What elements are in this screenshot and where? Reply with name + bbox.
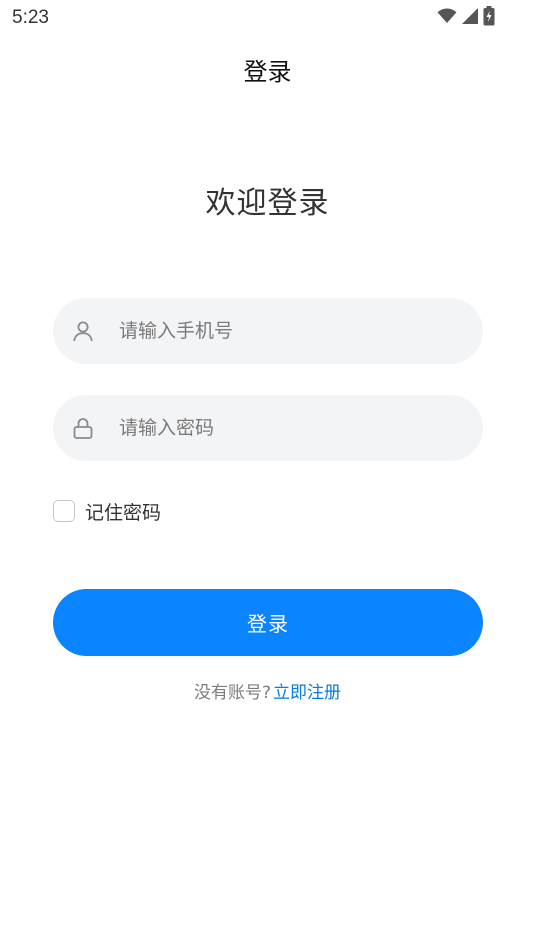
password-field[interactable] <box>53 395 483 461</box>
status-time: 5:23 <box>12 7 49 28</box>
register-link[interactable]: 立即注册 <box>273 683 341 703</box>
welcome-heading: 欢迎登录 <box>205 186 330 221</box>
phone-input[interactable] <box>119 311 459 351</box>
register-prompt: 没有账号? <box>193 683 272 703</box>
status-icons <box>437 6 495 30</box>
battery-charging-icon <box>483 6 495 30</box>
page-title: 登录 <box>243 58 292 86</box>
status-bar: 5:23 <box>0 0 535 36</box>
wifi-icon <box>437 8 457 28</box>
user-icon <box>71 319 95 343</box>
remember-password[interactable]: 记住密码 <box>53 498 161 524</box>
remember-label: 记住密码 <box>85 501 162 524</box>
cellular-signal-icon <box>461 7 479 29</box>
lock-icon <box>71 416 95 440</box>
password-input[interactable] <box>119 408 459 448</box>
phone-field[interactable] <box>53 298 483 364</box>
login-button[interactable]: 登录 <box>53 589 483 656</box>
register-row: 没有账号? 立即注册 <box>0 678 535 703</box>
remember-checkbox[interactable] <box>53 500 75 522</box>
